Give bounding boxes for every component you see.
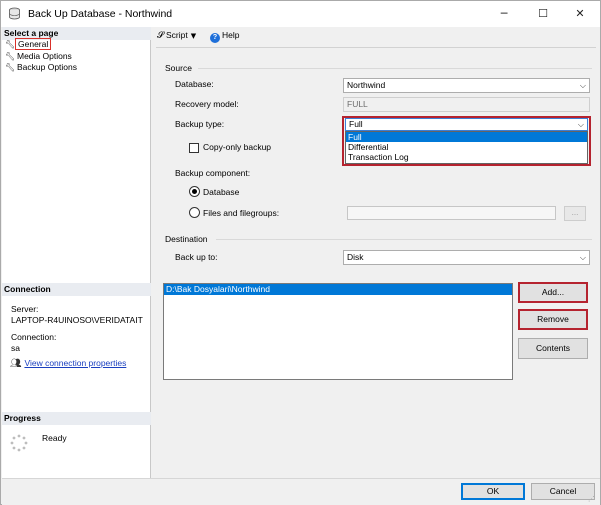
connection-label: Connection: [11,332,57,342]
dropdown-option-full[interactable]: Full [346,132,587,142]
window-title: Back Up Database - Northwind [28,8,173,20]
progress-spinner-icon [10,434,28,452]
back-up-to-value: Disk [347,252,364,262]
dropdown-option-differential[interactable]: Differential [346,142,587,152]
ok-button[interactable]: OK [461,483,525,500]
wrench-icon: 🔧︎ [5,63,16,72]
database-select[interactable]: Northwind ⌵ [343,78,590,93]
resize-grip-icon[interactable]: ⋰ [588,495,595,503]
copy-only-label: Copy-only backup [203,142,272,152]
destination-list[interactable]: D:\Bak Dosyalari\Northwind [163,283,513,380]
dialog-footer: OK Cancel ⋰ [2,478,600,505]
wrench-icon: 🔧︎ [5,40,16,49]
cancel-button[interactable]: Cancel [531,483,595,500]
connection-people-icon: 👥︎ [10,359,22,369]
server-label: Server: [11,304,39,314]
component-database-label: Database [203,187,240,197]
right-pane: 𝓢 Script ▼ ? Help Source Database: Northwin… [152,27,600,478]
destination-divider [216,239,592,240]
component-database-radio[interactable] [189,186,200,197]
server-value: LAPTOP-R4UINOSO\VERIDATAIT [11,315,143,325]
destination-section-title: Destination [165,234,208,244]
backup-type-dropdown-list: Full Differential Transaction Log [345,131,588,164]
close-button[interactable]: ✕ [567,4,593,23]
backup-type-select-value: Full [349,119,363,129]
chevron-down-icon: ⌵ [579,253,586,262]
page-item-label: General [15,38,52,50]
help-label: Help [222,30,240,40]
page-item-label: Backup Options [17,62,78,72]
view-connection-properties-link[interactable]: View connection properties [24,358,126,368]
connection-header: Connection [2,283,151,296]
backup-dialog: Back Up Database - Northwind ─ ☐ ✕ Selec… [0,0,601,505]
help-button[interactable]: ? Help [210,30,239,43]
source-divider [198,68,592,69]
database-icon [9,7,20,20]
left-pane: Select a page 🔧︎ General 🔧︎ Media Options … [2,27,151,478]
progress-status: Ready [42,433,67,443]
page-item-backup-options[interactable]: 🔧︎ Backup Options [5,62,79,73]
backup-type-select[interactable]: Full ⌵ [345,118,588,131]
progress-header: Progress [2,412,151,425]
database-select-value: Northwind [347,80,386,90]
chevron-down-icon: ⌵ [579,81,586,90]
toolbar: 𝓢 Script ▼ ? Help [152,27,600,45]
add-destination-button[interactable]: Add... [518,282,588,303]
back-up-to-select[interactable]: Disk ⌵ [343,250,590,265]
script-button[interactable]: 𝓢 Script ▼ [157,30,196,41]
contents-button[interactable]: Contents [518,338,588,359]
maximize-button[interactable]: ☐ [530,4,556,23]
chevron-down-icon: ⌵ [577,120,584,129]
script-icon: 𝓢 [157,31,164,41]
minimize-button[interactable]: ─ [491,4,517,23]
page-item-media-options[interactable]: 🔧︎ Media Options [5,51,74,62]
database-label: Database: [175,79,214,89]
backup-component-label: Backup component: [175,168,251,178]
browse-filegroups-button: ... [564,206,586,221]
toolbar-divider [156,47,596,48]
recovery-model-label: Recovery model: [175,99,239,109]
component-files-label: Files and filegroups: [203,208,280,218]
copy-only-checkbox[interactable] [189,143,199,153]
list-item[interactable]: D:\Bak Dosyalari\Northwind [164,284,512,295]
remove-destination-button[interactable]: Remove [518,309,588,330]
title-bar[interactable]: Back Up Database - Northwind ─ ☐ ✕ [1,1,600,27]
filegroups-field [347,206,556,220]
component-files-radio[interactable] [189,207,200,218]
back-up-to-label: Back up to: [175,252,218,262]
dropdown-option-transaction-log[interactable]: Transaction Log [346,152,587,162]
wrench-icon: 🔧︎ [5,52,16,61]
script-label: Script [165,30,188,40]
help-icon: ? [210,33,220,43]
page-item-label: Media Options [17,51,72,61]
view-connection-properties[interactable]: 👥︎ View connection properties [10,358,126,369]
connection-value: sa [11,343,20,353]
chevron-down-icon: ▼ [190,32,197,40]
recovery-model-value: FULL [347,99,368,109]
source-section-title: Source [165,63,192,73]
page-item-general[interactable]: 🔧︎ General [5,38,52,50]
recovery-model-field: FULL [343,97,590,112]
backup-type-label: Backup type: [175,119,225,129]
